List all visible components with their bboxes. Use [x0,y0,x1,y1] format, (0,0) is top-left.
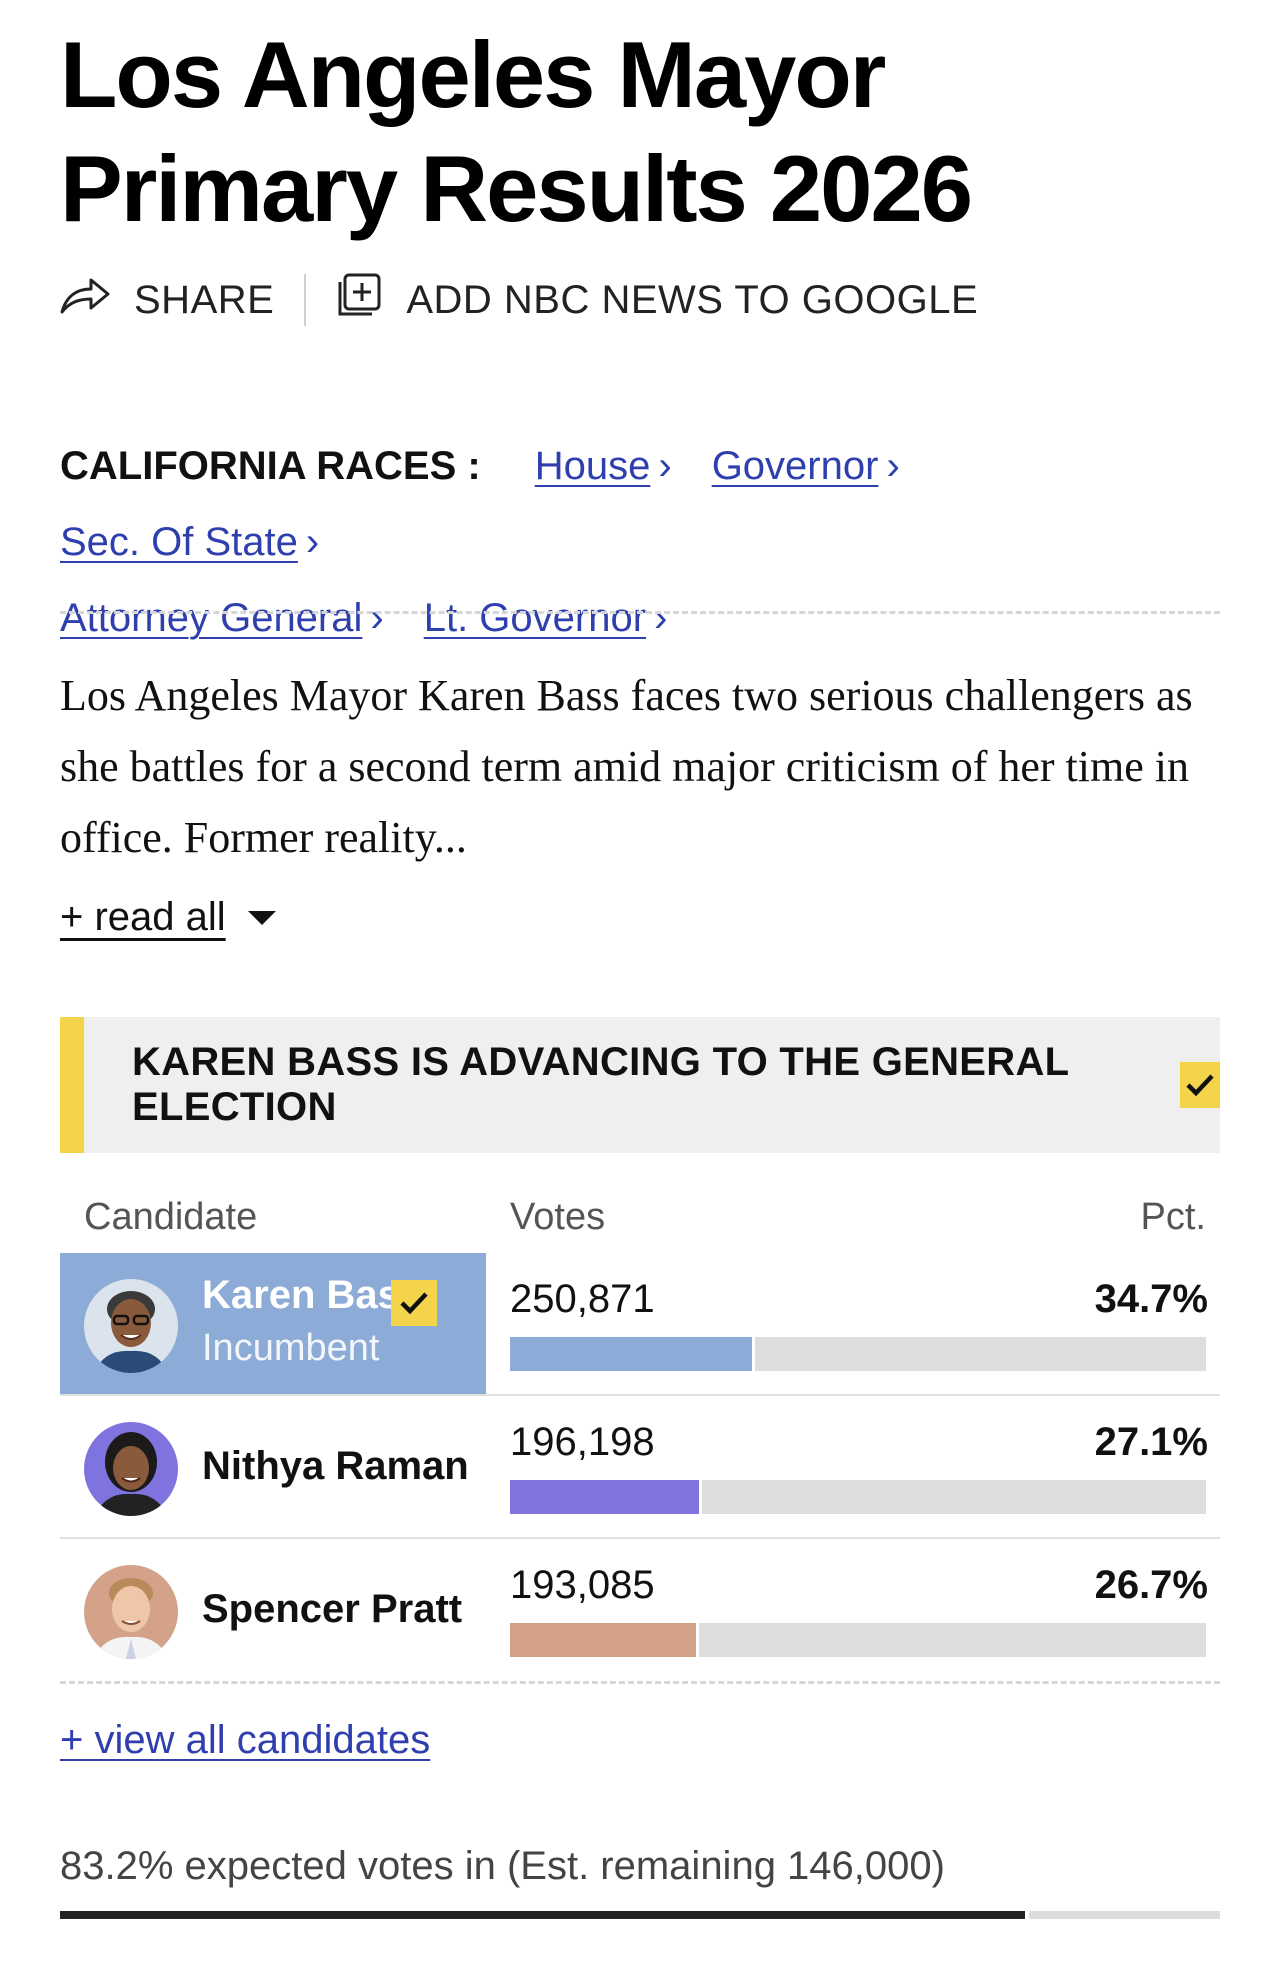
vote-bar-track [510,1623,1206,1657]
vote-bar-fill [510,1623,699,1657]
avatar [84,1422,178,1516]
vote-percent: 34.7% [1094,1277,1208,1321]
section-divider [60,1681,1220,1684]
race-link-attorney-general[interactable]: Attorney General › [60,596,384,640]
read-all-label: + read all [60,895,226,939]
vote-bar-track [510,1337,1206,1371]
race-link-governor[interactable]: Governor › [712,444,900,488]
candidate-name: Nithya Raman [202,1444,469,1488]
share-row: SHARE ADD NBC NEWS TO GOOGLE [58,270,978,330]
vote-percent: 26.7% [1094,1563,1208,1607]
expected-votes-progress [60,1911,1220,1919]
vote-count: 196,198 [510,1420,655,1464]
add-to-google-icon [336,272,406,328]
race-link-label: House [534,444,651,488]
section-divider [60,611,1220,614]
winner-banner: KAREN BASS IS ADVANCING TO THE GENERAL E… [60,1017,1220,1153]
chevron-right-icon: › [886,444,900,488]
race-link-sec-of-state[interactable]: Sec. Of State › [60,520,319,564]
expected-votes-text: 83.2% expected votes in (Est. remaining … [60,1844,945,1888]
vote-bar-track [510,1480,1206,1514]
checkmark-icon [1179,1062,1220,1108]
chevron-right-icon: › [370,596,384,640]
caret-down-icon [247,910,276,925]
chevron-right-icon: › [658,444,672,488]
candidate-row-karen-bass[interactable]: Karen Bass Incumbent 250,871 34.7% [60,1253,1220,1394]
races-label: CALIFORNIA RACES : [60,444,481,488]
share-label: SHARE [134,277,275,322]
chevron-right-icon: › [305,520,320,564]
vote-bar-fill [510,1480,702,1514]
vote-count: 250,871 [510,1277,655,1321]
share-button[interactable]: SHARE [58,275,274,325]
candidate-subtitle: Incumbent [202,1327,380,1369]
banner-text: KAREN BASS IS ADVANCING TO THE GENERAL E… [132,1040,1069,1129]
page-title: Los Angeles Mayor Primary Results 2026 [60,22,973,241]
race-link-house[interactable]: House › [535,444,672,488]
share-arrow-icon [58,275,134,325]
race-link-lt-governor[interactable]: Lt. Governor › [424,596,668,640]
candidate-cell: Nithya Raman [60,1396,486,1537]
race-link-label: Sec. Of State [60,520,298,564]
candidate-name: Spencer Pratt [202,1587,463,1631]
expected-votes-progress-fill [60,1911,1030,1919]
vote-count: 193,085 [510,1563,655,1607]
read-all-button[interactable]: + read all [60,895,276,940]
candidate-name: Karen Bass [202,1273,423,1317]
checkmark-icon [391,1280,437,1326]
california-races-nav: CALIFORNIA RACES : House › Governor ›Sec. Of… [60,428,1220,656]
candidate-cell: Karen Bass Incumbent [60,1253,486,1394]
chevron-right-icon: › [654,596,668,640]
candidate-row-nithya-raman[interactable]: Nithya Raman 196,198 27.1% [60,1396,1220,1537]
view-all-candidates-link[interactable]: + view all candidates [60,1718,430,1763]
avatar [84,1279,178,1373]
avatar [84,1565,178,1659]
race-link-label: Governor [711,444,879,488]
vote-percent: 27.1% [1094,1420,1208,1464]
column-header-candidate: Candidate [84,1196,258,1238]
banner-accent-bar [60,1017,84,1153]
candidate-cell: Spencer Pratt [60,1539,486,1680]
candidate-row-spencer-pratt[interactable]: Spencer Pratt 193,085 26.7% [60,1539,1220,1680]
vote-bar-fill [510,1337,754,1371]
race-link-label: Lt. Governor [423,596,647,640]
divider [304,274,307,326]
add-to-google-button[interactable]: ADD NBC NEWS TO GOOGLE [336,272,978,328]
race-link-label: Attorney General [60,596,363,640]
column-header-votes: Votes [510,1196,606,1238]
race-summary: Los Angeles Mayor Karen Bass faces two s… [60,671,1193,862]
add-to-google-label: ADD NBC NEWS TO GOOGLE [406,277,979,322]
column-header-pct: Pct. [1140,1196,1206,1238]
